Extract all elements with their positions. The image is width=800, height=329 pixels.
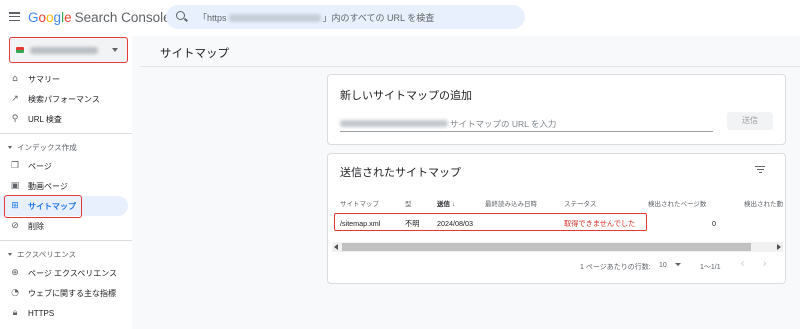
file-copy-icon: ❐ [10,161,20,171]
sidebar-item-core-web-vitals[interactable]: ◔ ウェブに関する主な指標 [0,283,128,303]
sidebar-item-label: 検索パフォーマンス [28,94,100,104]
search-icon: ⚲ [11,114,19,124]
url-inspection-search[interactable]: 「https 」内のすべての URL を検査 [166,5,525,29]
column-header-discovered-pages[interactable]: 検出されたページ数 [648,198,706,208]
redacted-url [228,13,321,22]
logo-letter: G [28,10,39,25]
chevron-down-icon [112,48,118,52]
sidebar-item-label: ページ [28,161,52,171]
cell-discovered-pages: 0 [712,219,716,228]
sidebar-divider [0,133,132,134]
search-icon [176,11,185,20]
sidebar-item-label: ページ エクスペリエンス [28,268,118,278]
sidebar-item-label: 削除 [28,221,44,231]
sidebar-item-label: ウェブに関する主な指標 [28,288,116,298]
video-page-icon: ▣ [10,181,20,191]
table-header: サイトマップ 型 送信 ↓ 最終読み込み日時 ステータス 検出されたページ数 検… [328,193,785,211]
card-title: 新しいサイトマップの追加 [340,90,472,102]
submitted-sitemaps-card: 送信されたサイトマップ サイトマップ 型 送信 ↓ 最終読み込み日時 ステータス… [327,153,786,284]
home-icon: ⌂ [12,74,18,84]
logo-product-name: Search Console [74,10,171,25]
column-header-status[interactable]: ステータス [564,198,597,208]
sidebar-item-https[interactable]: 🔒︎ HTTPS [0,303,128,323]
menu-icon[interactable] [9,12,20,22]
search-placeholder-suffix: 」内のすべての URL を検査 [322,13,435,23]
header-divider [140,66,800,67]
page-title: サイトマップ [160,48,229,60]
page-range: 1〜1/1 [700,264,721,271]
logo-letter: g [53,10,62,25]
redacted-property-name [30,47,98,54]
sidebar-item-video-pages[interactable]: ▣ 動画ページ [0,176,128,196]
sidebar-item-label: HTTPS [28,308,55,318]
main-content: サイトマップ 新しいサイトマップの追加 サイトマップの URL を入力 送信 送… [132,36,800,329]
property-selector[interactable] [9,37,128,63]
pagination: 1 ページあたりの行数: 10 1〜1/1 ‹ › [328,258,785,274]
column-header-submitted[interactable]: 送信 ↓ [437,198,455,208]
column-header-discovered-videos[interactable]: 検出された動 [744,198,783,208]
sidebar-item-pages[interactable]: ❐ ページ [0,156,128,176]
search-console-logo[interactable]: Google Search Console [28,10,171,25]
sidebar-item-removals[interactable]: ⊘ 削除 [0,216,128,236]
logo-letter: o [38,10,47,25]
scroll-left-arrow-icon[interactable] [334,244,338,250]
sidebar-item-url-inspection[interactable]: ⚲ URL 検査 [0,109,128,129]
rows-per-page-label: 1 ページあたりの行数: [580,264,651,271]
section-index-header[interactable]: インデックス作成 [8,142,77,153]
add-sitemap-card: 新しいサイトマップの追加 サイトマップの URL を入力 送信 [327,74,786,145]
plus-circle-icon: ⊕ [11,268,19,278]
redacted-domain-prefix [340,120,448,127]
sidebar: ⌂ サマリー ↗ 検索パフォーマンス ⚲ URL 検査 インデックス作成 ❐ ペ… [0,36,132,329]
highlight-annotation [4,195,82,218]
submit-button[interactable]: 送信 [727,112,773,130]
lock-icon: 🔒︎ [12,308,18,318]
input-placeholder: サイトマップの URL を入力 [450,118,557,129]
sitemap-url-input[interactable]: サイトマップの URL を入力 [340,116,713,132]
search-placeholder: 「https 」内のすべての URL を検査 [198,11,434,24]
previous-page-icon[interactable]: ‹ [741,258,744,269]
logo-letter: o [46,10,54,25]
next-page-icon[interactable]: › [763,258,766,269]
sidebar-item-label: 動画ページ [28,181,68,191]
sidebar-item-label: サマリー [28,74,60,84]
filter-icon[interactable] [755,166,765,174]
horizontal-scrollbar[interactable] [332,242,783,252]
highlight-annotation [334,213,647,231]
collapse-caret-icon [8,146,12,149]
section-title: エクスペリエンス [17,250,77,259]
column-header-type[interactable]: 型 [405,198,412,208]
sidebar-item-summary[interactable]: ⌂ サマリー [0,69,128,89]
logo-letter: e [64,10,72,25]
rows-per-page-select[interactable]: 10 [659,262,667,269]
sidebar-item-performance[interactable]: ↗ 検索パフォーマンス [0,89,128,109]
column-header-sitemap[interactable]: サイトマップ [340,198,379,208]
sidebar-item-label: URL 検査 [28,114,62,124]
scrollbar-thumb[interactable] [342,243,751,251]
chevron-down-icon[interactable] [675,263,681,266]
section-title: インデックス作成 [17,143,77,152]
property-favicon [16,47,24,53]
card-title: 送信されたサイトマップ [340,167,461,179]
top-app-bar: Google Search Console 「https 」内のすべての URL … [0,0,800,36]
eye-off-icon: ⊘ [11,221,19,231]
section-experience-header[interactable]: エクスペリエンス [8,249,76,260]
trending-up-icon: ↗ [11,94,19,104]
sidebar-divider [0,240,132,241]
collapse-caret-icon [8,253,12,256]
column-header-last-read[interactable]: 最終読み込み日時 [485,198,537,208]
scroll-right-arrow-icon[interactable] [777,244,781,250]
search-placeholder-prefix: 「https [198,13,227,23]
speedometer-icon: ◔ [11,288,19,298]
sidebar-item-page-experience[interactable]: ⊕ ページ エクスペリエンス [0,263,128,283]
